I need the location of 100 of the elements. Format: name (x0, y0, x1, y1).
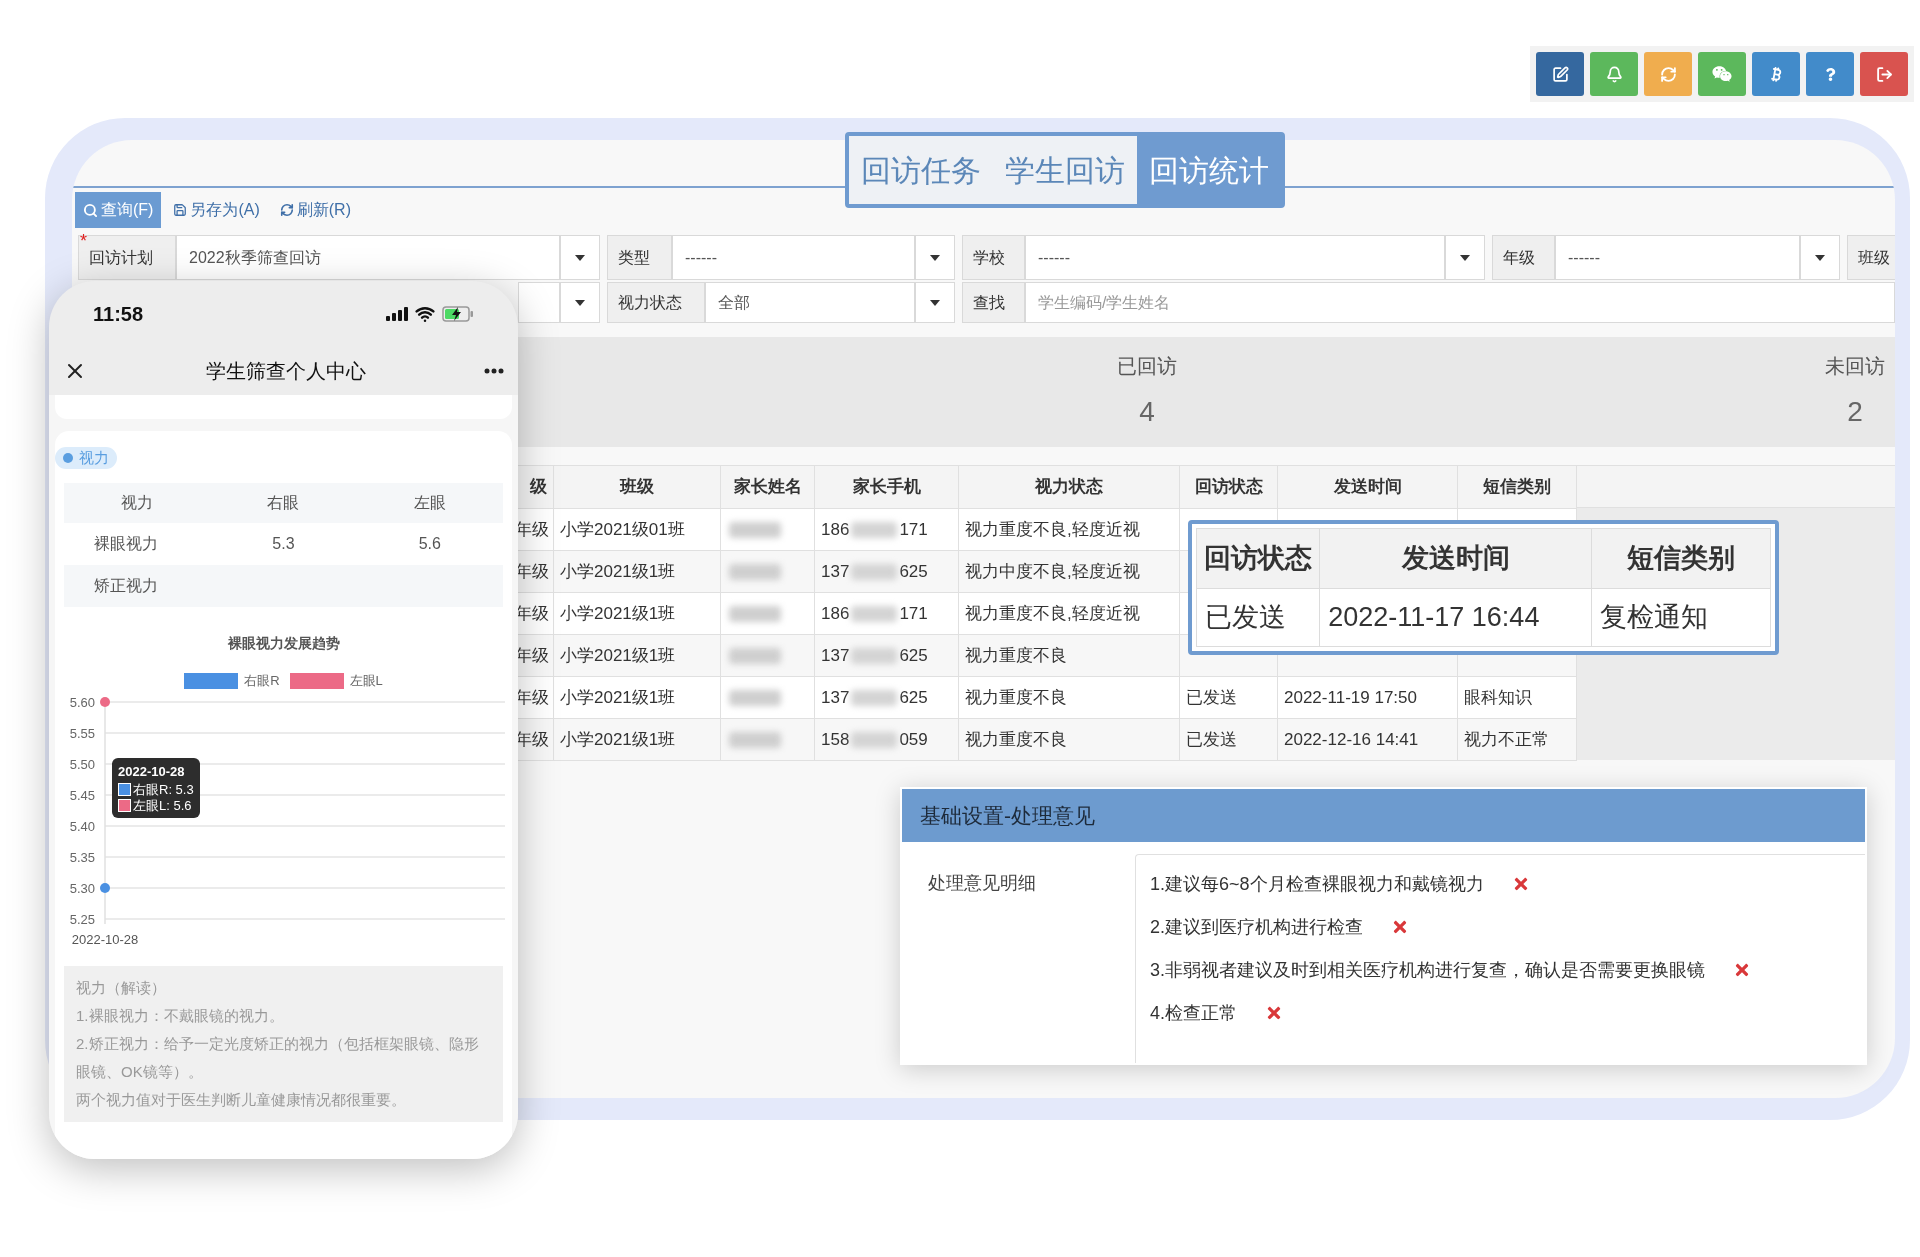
table-cell-text: 裸眼视力 (93, 534, 159, 554)
filter-label: 学校 (973, 247, 1005, 268)
opinion-item: 3.非弱视者建议及时到相关医疗机构进行复查，确认是否需要更换眼镜 (1150, 958, 1705, 982)
filter-label: 类型 (618, 247, 650, 268)
table-cell: 视力重度不良,轻度近视 (958, 592, 1180, 635)
stat-value: 4 (1139, 395, 1155, 429)
bitcoin-button[interactable] (1752, 52, 1800, 96)
blurred-digits (851, 521, 898, 538)
blurred-digits (851, 563, 898, 580)
column-header: 短信类别 (1591, 528, 1771, 589)
select-field[interactable]: 全部 (705, 282, 915, 323)
axis-tick-label: 5.25 (69, 912, 95, 927)
column-header: 家长姓名 (720, 465, 815, 509)
note-text: 视力（解读） (76, 978, 167, 998)
blurred-name (729, 732, 781, 749)
table-cell-text: 矫正视力 (93, 576, 159, 596)
opinion-item: 4.检查正常 (1150, 1001, 1237, 1025)
chat-bubbles-icon (1712, 64, 1732, 84)
refresh-icon (279, 203, 294, 217)
edit-button[interactable] (1536, 52, 1584, 96)
axis-tick-label: 5.40 (69, 819, 95, 834)
phone-prefix: 137 (821, 560, 850, 583)
axis-tick-label: 5.45 (69, 788, 95, 803)
page-title: 学生筛查个人中心 (205, 359, 366, 384)
column-header: 左眼 (412, 493, 447, 513)
delete-button[interactable] (1265, 1004, 1283, 1022)
table-cell: 视力不正常 (1457, 718, 1577, 761)
save-action[interactable]: 另存为(A) (165, 192, 268, 228)
edit-icon (1551, 65, 1569, 83)
axis-tick-label: 5.60 (69, 695, 95, 710)
axis-tick-label: 5.55 (69, 726, 95, 741)
field-label: 处理意见明细 (928, 873, 1036, 893)
select-field[interactable] (518, 282, 560, 323)
delete-button[interactable] (1733, 961, 1751, 979)
stat-label: 未回访 (1825, 354, 1885, 379)
bell-icon (1605, 65, 1623, 83)
filter-label: 年级 (1503, 247, 1535, 268)
phone-prefix: 186 (821, 602, 850, 625)
phone-suffix: 171 (899, 602, 928, 625)
search-action[interactable]: 查询(F) (75, 192, 162, 228)
axis-tick-label: 5.35 (69, 850, 95, 865)
table-cell: 视力重度不良 (958, 718, 1180, 761)
select-field[interactable]: ------ (672, 235, 915, 280)
blurred-name (729, 564, 781, 581)
tooltip-line: 左眼L: 5.6 (133, 797, 192, 814)
phone-prefix: 186 (821, 518, 850, 541)
column-header: 班级 (553, 465, 721, 509)
table-cell: 视力重度不良 (958, 676, 1180, 719)
column-header: 回访状态 (1179, 465, 1278, 509)
table-cell: 视力重度不良 (958, 634, 1180, 677)
caret-icon (1460, 254, 1470, 261)
table-cell: 视力中度不良,轻度近视 (958, 550, 1180, 593)
table-cell: 小学2021级1班 (553, 592, 721, 635)
caret-icon (575, 299, 585, 306)
help-button[interactable] (1806, 52, 1854, 96)
delete-button[interactable] (1391, 918, 1409, 936)
axis-tick-label: 5.30 (69, 881, 95, 896)
search-field[interactable]: 学生编码/学生姓名 (1025, 282, 1895, 323)
column-header: 短信类别 (1457, 465, 1577, 509)
more-button[interactable] (484, 368, 504, 374)
filter-label: 班级 (1858, 247, 1890, 268)
table-cell: 小学2021级1班 (553, 550, 721, 593)
panel-title: 基础设置-处理意见 (920, 802, 1095, 829)
opinion-item: 2.建议到医疗机构进行检查 (1150, 915, 1363, 939)
opinion-item: 1.建议每6~8个月检查裸眼视力和戴镜视力 (1150, 872, 1484, 896)
refresh-icon (1659, 65, 1677, 83)
table-cell: 视力重度不良,轻度近视 (958, 508, 1180, 551)
column-header: 视力 (120, 493, 155, 513)
more-icon (484, 368, 504, 374)
table-cell: 2022-11-17 16:44 (1319, 588, 1592, 647)
chart-title: 裸眼视力发展趋势 (226, 634, 341, 653)
battery-charging-icon (442, 306, 474, 322)
section-tag: 视力 (55, 447, 117, 469)
table-cell-text: 5.6 (417, 534, 442, 554)
table-cell: 小学2021级1班 (553, 676, 721, 719)
legend-label: 右眼R (244, 672, 280, 691)
logout-button[interactable] (1860, 52, 1908, 96)
search-icon (83, 202, 98, 218)
table-cell: 已发送 (1179, 718, 1278, 761)
refresh-action[interactable]: 刷新(R) (271, 192, 359, 228)
blurred-digits (851, 731, 898, 748)
blurred-digits (851, 605, 898, 622)
tab[interactable]: 学生回访 (993, 136, 1137, 204)
table-cell: 小学2021级1班 (553, 634, 721, 677)
column-header: 视力状态 (958, 465, 1180, 509)
select-field[interactable]: ------ (1025, 235, 1445, 280)
phone-suffix: 625 (899, 686, 928, 709)
select-field[interactable]: ------ (1555, 235, 1800, 280)
required-mark: * (80, 232, 87, 250)
table-cell: 小学2021级01班 (553, 508, 721, 551)
column-header: 右眼 (266, 493, 301, 513)
tab[interactable]: 回访统计 (1137, 136, 1281, 204)
tab[interactable]: 回访任务 (849, 136, 993, 204)
filter-label: 视力状态 (618, 292, 682, 313)
color-swatch (118, 799, 131, 812)
blurred-name (729, 690, 781, 707)
table-cell: 复检通知 (1591, 588, 1771, 647)
select-field[interactable]: 2022秋季筛查回访 (176, 235, 560, 280)
note-text: 2.矫正视力：给予一定光度矫正的视力（包括框架眼镜、隐形眼镜、OK镜等）。 (76, 1034, 480, 1082)
wechat-button[interactable] (1698, 52, 1746, 96)
